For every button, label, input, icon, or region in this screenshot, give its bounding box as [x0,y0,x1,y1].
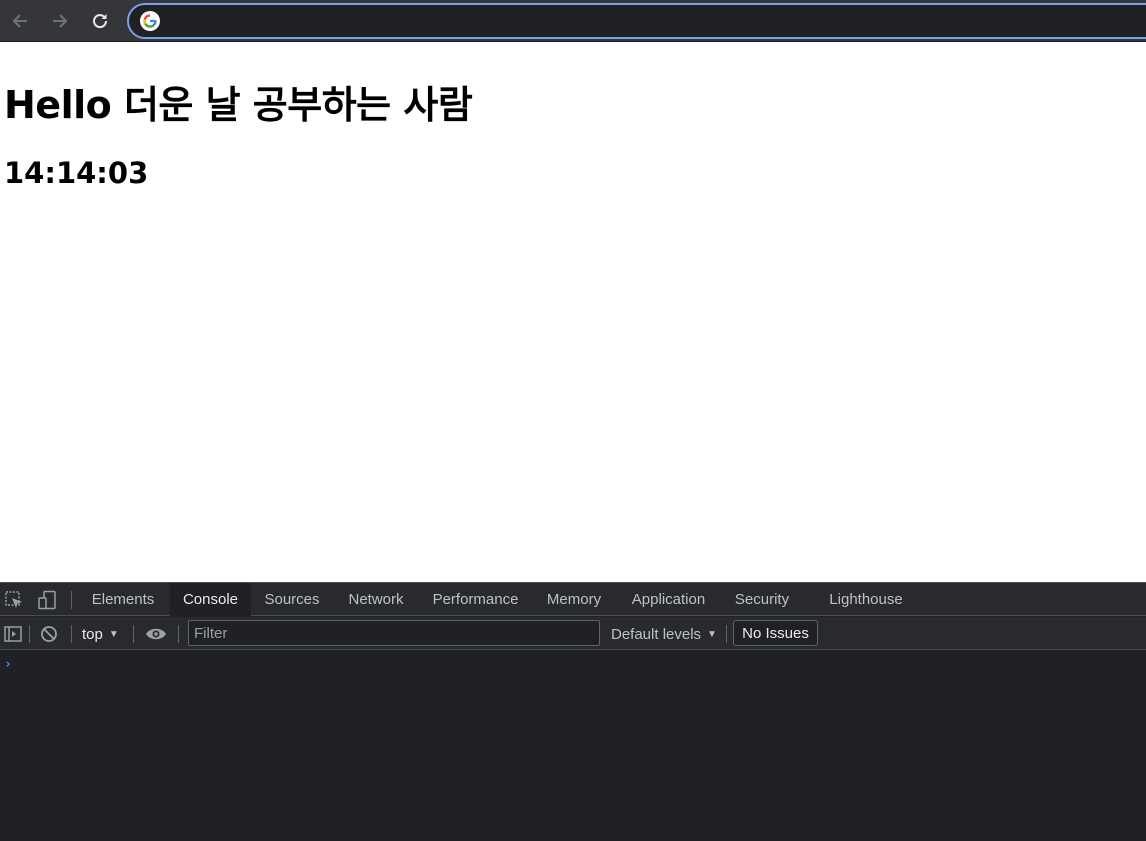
forward-button[interactable] [47,8,73,34]
reload-icon [93,14,108,29]
issues-button[interactable]: No Issues [733,620,818,646]
tab-sources[interactable]: Sources [255,583,329,616]
inspect-element-icon[interactable] [4,590,24,610]
page-viewport: Hello 더운 날 공부하는 사람 14:14:03 [0,43,1146,582]
log-levels-dropdown[interactable]: Default levels ▼ [611,623,717,645]
filter-input[interactable] [188,620,600,646]
devtools-panel: Elements Console Sources Network Perform… [0,582,1146,841]
tab-performance[interactable]: Performance [424,583,527,616]
tab-lighthouse[interactable]: Lighthouse [820,583,912,616]
console-output[interactable]: › [0,651,1146,841]
toolbar-divider [178,625,179,643]
tab-application[interactable]: Application [621,583,716,616]
sidebar-toggle-icon[interactable] [3,624,23,644]
tab-memory[interactable]: Memory [538,583,610,616]
tab-security[interactable]: Security [727,583,797,616]
log-levels-label: Default levels [611,625,702,643]
console-prompt-input[interactable] [20,654,1130,674]
clear-console-icon[interactable] [39,624,59,644]
toolbar-divider [29,625,30,643]
context-selector[interactable]: top ▼ [82,623,119,645]
device-toolbar-icon[interactable] [37,590,57,610]
reload-button[interactable] [87,8,113,34]
toolbar-divider [71,591,72,609]
caret-down-icon: ▼ [108,628,119,640]
toolbar-divider [71,625,72,643]
address-bar[interactable] [127,3,1146,39]
caret-down-icon: ▼ [707,628,717,640]
tab-network[interactable]: Network [337,583,415,616]
eye-icon[interactable] [145,625,167,643]
arrow-left-icon [12,14,27,28]
page-heading: Hello 더운 날 공부하는 사람 [4,83,473,127]
clock-display: 14:14:03 [4,156,149,190]
google-g-icon [140,11,160,31]
browser-toolbar [0,0,1146,42]
address-input[interactable] [169,9,1069,33]
toolbar-divider [726,625,727,643]
tab-elements[interactable]: Elements [82,583,164,616]
context-label: top [82,625,103,643]
back-button[interactable] [7,8,33,34]
prompt-chevron-icon: › [4,657,12,672]
toolbar-divider [133,625,134,643]
devtools-tab-bar: Elements Console Sources Network Perform… [0,583,1146,616]
console-toolbar: top ▼ Default levels ▼ No Issues [0,617,1146,650]
tab-console[interactable]: Console [170,583,251,616]
arrow-right-icon [53,14,68,28]
